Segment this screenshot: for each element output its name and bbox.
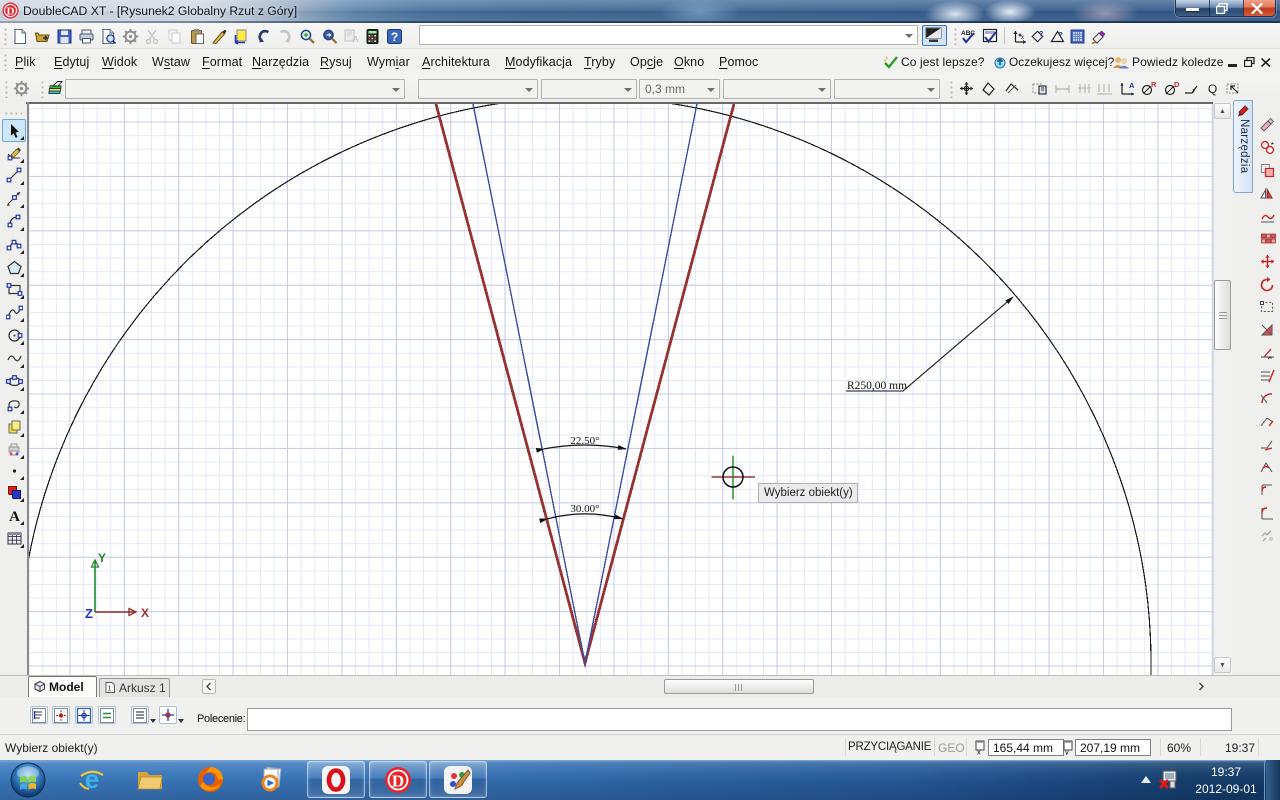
svg-text:A: A [1129, 81, 1135, 90]
svg-text:1: 1 [108, 686, 112, 693]
svg-text:Z: Z [85, 606, 93, 621]
svg-text:D: D [392, 772, 404, 791]
svg-text:y: y [1065, 748, 1069, 756]
svg-text:X: X [141, 606, 149, 620]
svg-text:A: A [353, 35, 359, 44]
svg-text:R250,00 mm: R250,00 mm [847, 380, 907, 392]
svg-text:30.00°: 30.00° [570, 503, 599, 515]
svg-text:R: R [1151, 80, 1157, 89]
svg-text:?: ? [391, 30, 398, 44]
svg-text:A: A [9, 509, 20, 524]
svg-text:e: e [85, 766, 99, 794]
svg-text:Q: Q [1208, 82, 1217, 96]
svg-text:?: ? [1039, 31, 1043, 38]
svg-text:D: D [7, 6, 15, 18]
svg-text:D: D [1174, 80, 1180, 89]
svg-text:22.50°: 22.50° [570, 435, 599, 447]
svg-text:x: x [1021, 35, 1024, 41]
svg-text:x: x [977, 748, 981, 756]
svg-text:?: ? [1059, 32, 1063, 39]
svg-text:Y: Y [98, 552, 106, 565]
